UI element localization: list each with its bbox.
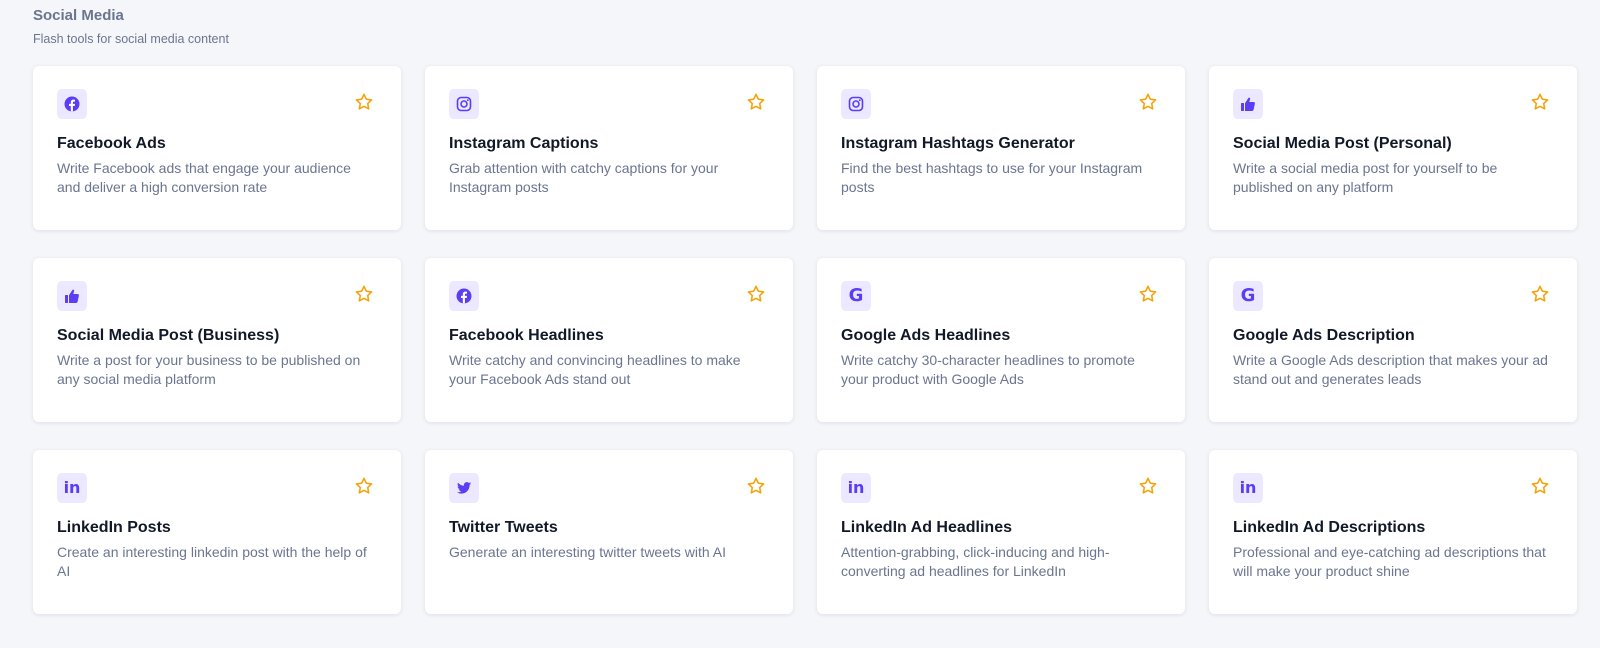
thumbs-up-icon xyxy=(57,281,87,311)
linkedin-icon: in xyxy=(57,473,87,503)
card-title: LinkedIn Posts xyxy=(57,519,171,536)
google-icon: G xyxy=(841,281,871,311)
tool-card[interactable]: in LinkedIn Ad Headlines Attention-grabbin… xyxy=(817,450,1185,614)
card-description: Write catchy and convincing headlines to… xyxy=(449,352,741,387)
tool-card[interactable]: G Google Ads Headlines Write catchy 30-cha… xyxy=(817,258,1185,422)
favorite-star-icon[interactable] xyxy=(354,284,374,304)
card-description: Professional and eye-catching ad descrip… xyxy=(1233,544,1546,579)
tool-card-grid: Facebook Ads Write Facebook ads that enga… xyxy=(33,66,1577,614)
card-description: Write a Google Ads description that make… xyxy=(1233,352,1548,387)
favorite-star-icon[interactable] xyxy=(1138,92,1158,112)
card-description: Create an interesting linkedin post with… xyxy=(57,544,367,579)
card-description: Grab attention with catchy captions for … xyxy=(449,160,719,195)
favorite-star-icon[interactable] xyxy=(1530,284,1550,304)
tool-card[interactable]: Instagram Hashtags Generator Find the bes… xyxy=(817,66,1185,230)
card-description: Write a social media post for yourself t… xyxy=(1233,160,1498,195)
tool-card[interactable]: Social Media Post (Personal) Write a soci… xyxy=(1209,66,1577,230)
linkedin-icon: in xyxy=(1233,473,1263,503)
card-title: Instagram Hashtags Generator xyxy=(841,135,1075,152)
tool-card[interactable]: Instagram Captions Grab attention with ca… xyxy=(425,66,793,230)
card-description: Find the best hashtags to use for your I… xyxy=(841,160,1143,195)
card-title: Instagram Captions xyxy=(449,135,599,152)
favorite-star-icon[interactable] xyxy=(1138,476,1158,496)
card-title: Google Ads Description xyxy=(1233,327,1415,344)
facebook-icon xyxy=(57,89,87,119)
facebook-icon xyxy=(449,281,479,311)
card-description: Write a post for your business to be pub… xyxy=(57,352,361,387)
google-icon: G xyxy=(1233,281,1263,311)
thumbs-up-icon xyxy=(1233,89,1263,119)
tool-card[interactable]: Facebook Ads Write Facebook ads that enga… xyxy=(33,66,401,230)
tool-card[interactable]: in LinkedIn Posts Create an interesting li… xyxy=(33,450,401,614)
card-title: Google Ads Headlines xyxy=(841,327,1011,344)
card-description: Write Facebook ads that engage your audi… xyxy=(57,160,351,195)
section-header: Social Media Flash tools for social medi… xyxy=(33,7,229,47)
tool-card[interactable]: Facebook Headlines Write catchy and convi… xyxy=(425,258,793,422)
favorite-star-icon[interactable] xyxy=(1138,284,1158,304)
card-description: Write catchy 30-character headlines to p… xyxy=(841,352,1135,387)
favorite-star-icon[interactable] xyxy=(746,284,766,304)
linkedin-icon: in xyxy=(841,473,871,503)
favorite-star-icon[interactable] xyxy=(1530,92,1550,112)
card-description: Attention-grabbing, click-inducing and h… xyxy=(841,544,1110,579)
favorite-star-icon[interactable] xyxy=(1530,476,1550,496)
tool-card[interactable]: G Google Ads Description Write a Google Ad… xyxy=(1209,258,1577,422)
instagram-icon xyxy=(449,89,479,119)
tool-card[interactable]: Twitter Tweets Generate an interesting tw… xyxy=(425,450,793,614)
card-title: Social Media Post (Personal) xyxy=(1233,135,1452,152)
instagram-icon xyxy=(841,89,871,119)
card-title: Facebook Headlines xyxy=(449,327,604,344)
tool-card[interactable]: Social Media Post (Business) Write a post… xyxy=(33,258,401,422)
favorite-star-icon[interactable] xyxy=(746,92,766,112)
twitter-icon xyxy=(449,473,479,503)
section-subtitle: Flash tools for social media content xyxy=(33,32,229,46)
favorite-star-icon[interactable] xyxy=(354,476,374,496)
favorite-star-icon[interactable] xyxy=(354,92,374,112)
card-title: LinkedIn Ad Headlines xyxy=(841,519,1012,536)
card-title: Social Media Post (Business) xyxy=(57,327,280,344)
tool-card[interactable]: in LinkedIn Ad Descriptions Professional a… xyxy=(1209,450,1577,614)
card-title: LinkedIn Ad Descriptions xyxy=(1233,519,1426,536)
card-title: Facebook Ads xyxy=(57,135,166,152)
section-title: Social Media xyxy=(33,7,124,24)
card-title: Twitter Tweets xyxy=(449,519,558,536)
favorite-star-icon[interactable] xyxy=(746,476,766,496)
card-description: Generate an interesting twitter tweets w… xyxy=(449,544,727,560)
